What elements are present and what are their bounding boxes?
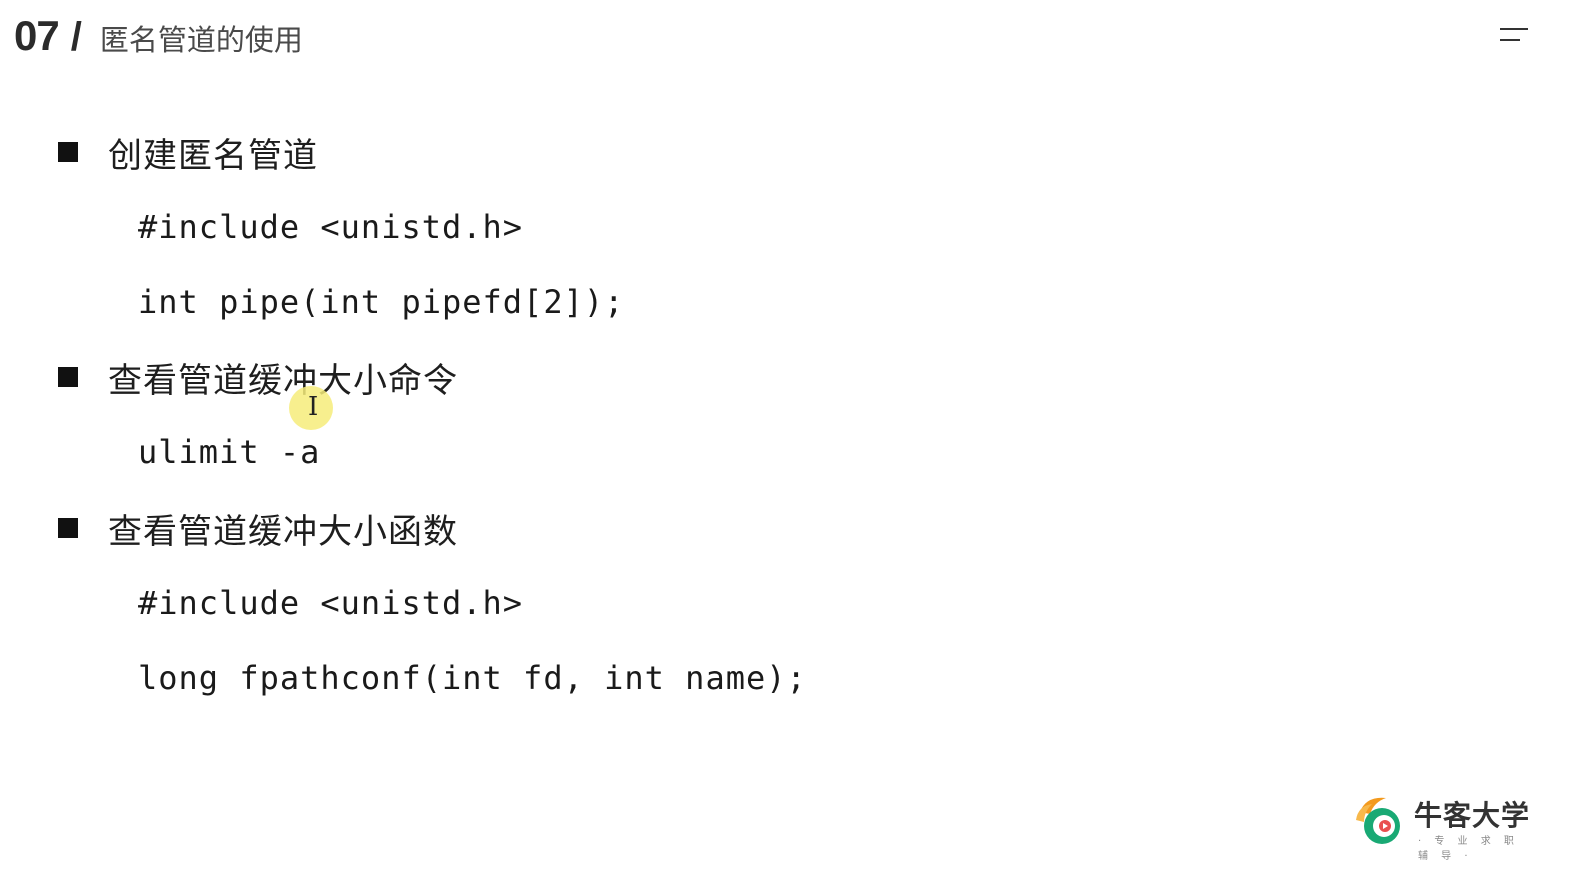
bullet-heading: 创建匿名管道 (108, 135, 318, 176)
logo-name: 牛客大学 (1414, 799, 1531, 832)
bullet-square-icon (58, 142, 78, 162)
header-separator: / (70, 15, 82, 59)
code-line: #include <unistd.h> (138, 584, 524, 622)
bullet-heading: 查看管道缓冲大小函数 (108, 511, 458, 552)
code-line: #include <unistd.h> (138, 208, 524, 246)
bullet-heading: 查看管道缓冲大小命令 (108, 360, 458, 401)
section-number: 07 (14, 12, 60, 59)
text-cursor-icon: I (308, 392, 319, 422)
code-line: ulimit -a (138, 433, 321, 471)
bullet-item-buffer-function: 查看管道缓冲大小函数 (58, 506, 458, 552)
menu-icon[interactable] (1500, 28, 1528, 44)
bullet-item-create-pipe: 创建匿名管道 (58, 130, 318, 176)
bullet-item-buffer-command: 查看管道缓冲大小命令 (58, 355, 458, 401)
bullet-square-icon (58, 367, 78, 387)
slide-title: 匿名管道的使用 (99, 23, 303, 57)
code-line: long fpathconf(int fd, int name); (138, 659, 807, 697)
logo-tagline: · 专 业 求 职 辅 导 · (1418, 836, 1519, 862)
code-line: int pipe(int pipefd[2]); (138, 283, 625, 321)
bullet-square-icon (58, 518, 78, 538)
nowcoder-logo-icon (1356, 797, 1400, 844)
slide-header: 07 / 匿名管道的使用 (14, 12, 303, 62)
nowcoder-logo: 牛客大学 · 专 业 求 职 辅 导 · (1352, 792, 1542, 862)
